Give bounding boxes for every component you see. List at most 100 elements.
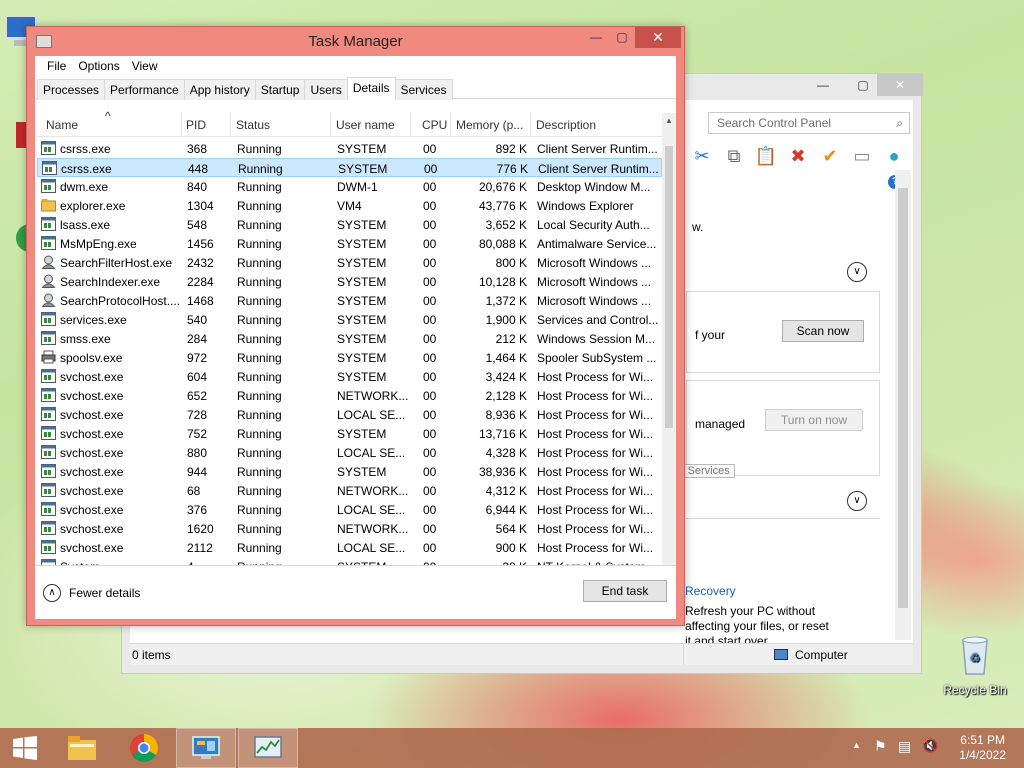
table-row[interactable]: svchost.exe 752 Running SYSTEM 00 13,716 K Hos…: [37, 424, 662, 443]
cut-icon[interactable]: ✂: [690, 144, 714, 168]
control-panel-search-input[interactable]: Search Control Panel ⌕: [708, 112, 910, 134]
cell-pid: 1468: [187, 294, 214, 308]
table-row[interactable]: svchost.exe 604 Running SYSTEM 00 3,424 K Host…: [37, 367, 662, 386]
column-separator[interactable]: [410, 113, 411, 137]
taskbar-file-explorer[interactable]: [52, 728, 112, 768]
taskbar-chrome[interactable]: [114, 728, 174, 768]
scroll-up-arrow[interactable]: ▲: [662, 116, 676, 125]
column-header-pid[interactable]: PID: [186, 118, 206, 132]
tab-performance[interactable]: Performance: [104, 79, 185, 100]
maximize-button[interactable]: ▢: [850, 74, 876, 96]
properties-icon[interactable]: ▭: [850, 144, 874, 168]
tab-startup[interactable]: Startup: [254, 79, 306, 100]
tab-strip: Processes Performance App history Startu…: [35, 77, 676, 100]
globe-icon[interactable]: ●: [882, 144, 906, 168]
scan-now-button[interactable]: Scan now: [782, 320, 864, 342]
copy-icon[interactable]: ⧉: [722, 144, 746, 168]
column-header-cpu[interactable]: CPU: [422, 118, 447, 132]
menu-file[interactable]: File: [41, 56, 72, 77]
taskbar-clock[interactable]: 6:51 PM 1/4/2022: [959, 733, 1006, 763]
table-row[interactable]: SearchProtocolHost.... 1468 Running SYSTEM 0…: [37, 291, 662, 310]
chevron-down-icon[interactable]: ∨: [847, 491, 867, 511]
column-separator[interactable]: [230, 113, 231, 137]
table-row[interactable]: MsMpEng.exe 1456 Running SYSTEM 00 80,088 K An…: [37, 234, 662, 253]
column-header-description[interactable]: Description: [536, 118, 596, 132]
cell-pid: 2284: [187, 275, 214, 289]
chevron-down-icon[interactable]: ∨: [847, 262, 867, 282]
menu-options[interactable]: Options: [72, 56, 125, 77]
cell-desc: Host Process for Wi...: [537, 408, 654, 422]
check-icon[interactable]: ✔: [818, 144, 842, 168]
menu-view[interactable]: View: [126, 56, 164, 77]
show-hidden-icons-icon[interactable]: ▲: [852, 740, 861, 750]
desktop-icon-recycle-bin[interactable]: ♻ Recycle Bin: [935, 630, 1015, 697]
cell-name: SearchProtocolHost....: [60, 294, 180, 308]
app-icon: [41, 407, 56, 421]
taskbar-task-manager[interactable]: [238, 728, 298, 768]
process-list-scrollbar[interactable]: ▲ ▼: [662, 113, 676, 597]
column-separator[interactable]: [530, 113, 531, 137]
fewer-details-button[interactable]: ∧ Fewer details: [43, 584, 140, 602]
recovery-link[interactable]: Recovery: [685, 584, 736, 598]
table-row[interactable]: svchost.exe 944 Running SYSTEM 00 38,936 K Hos…: [37, 462, 662, 481]
table-row[interactable]: smss.exe 284 Running SYSTEM 00 212 K Windows S…: [37, 329, 662, 348]
maximize-button[interactable]: ▢: [609, 27, 635, 48]
table-row[interactable]: csrss.exe 368 Running SYSTEM 00 892 K Client S…: [37, 139, 662, 158]
taskbar-control-panel[interactable]: [176, 728, 236, 768]
tab-services[interactable]: Services: [394, 79, 453, 100]
cell-mem: 1,464 K: [485, 351, 527, 365]
task-manager-window[interactable]: Task Manager — ▢ ✕ File Options View Pro…: [26, 26, 685, 626]
cell-name: explorer.exe: [60, 199, 126, 213]
control-panel-scrollbar[interactable]: [895, 170, 911, 640]
table-row[interactable]: dwm.exe 840 Running DWM-1 00 20,676 K Desktop …: [37, 177, 662, 196]
cell-desc: Host Process for Wi...: [537, 522, 654, 536]
close-button[interactable]: ✕: [877, 74, 923, 96]
cell-user: LOCAL SE...: [337, 503, 406, 517]
tab-app-history[interactable]: App history: [183, 79, 256, 100]
table-row[interactable]: lsass.exe 548 Running SYSTEM 00 3,652 K Local …: [37, 215, 662, 234]
delete-icon[interactable]: ✖: [786, 144, 810, 168]
tab-details[interactable]: Details: [346, 77, 396, 100]
cell-desc: Services and Control...: [537, 313, 659, 327]
action-center-flag-icon[interactable]: ⚑: [874, 738, 887, 755]
table-row[interactable]: svchost.exe 652 Running NETWORK... 00 2,128 K…: [37, 386, 662, 405]
close-button[interactable]: ✕: [635, 27, 681, 48]
app-icon: [41, 540, 56, 554]
cell-mem: 892 K: [495, 142, 527, 156]
column-header-name[interactable]: Name: [46, 118, 78, 132]
column-separator[interactable]: [181, 113, 182, 137]
table-row[interactable]: svchost.exe 2112 Running LOCAL SE... 00 900 K…: [37, 538, 662, 557]
cell-cpu: 00: [423, 332, 437, 346]
volume-muted-icon[interactable]: 🔇: [922, 738, 938, 754]
minimize-button[interactable]: —: [583, 27, 609, 48]
table-row[interactable]: SearchFilterHost.exe 2432 Running SYSTEM 00 8…: [37, 253, 662, 272]
column-separator[interactable]: [450, 113, 451, 137]
column-separator[interactable]: [330, 113, 331, 137]
tab-users[interactable]: Users: [304, 79, 348, 100]
column-header-memory[interactable]: Memory (p...: [456, 118, 523, 132]
table-row[interactable]: svchost.exe 728 Running LOCAL SE... 00 8,936 …: [37, 405, 662, 424]
column-header-status[interactable]: Status: [236, 118, 270, 132]
table-row[interactable]: explorer.exe 1304 Running VM4 00 43,776 K Wind…: [37, 196, 662, 215]
scrollbar-thumb[interactable]: [898, 188, 908, 608]
table-row[interactable]: SearchIndexer.exe 2284 Running SYSTEM 00 10,1…: [37, 272, 662, 291]
table-row[interactable]: services.exe 540 Running SYSTEM 00 1,900 K Ser…: [37, 310, 662, 329]
cell-user: VM4: [337, 199, 362, 213]
network-icon[interactable]: ▤: [898, 738, 911, 755]
app-icon: [41, 521, 56, 535]
column-header-user-name[interactable]: User name: [336, 118, 395, 132]
turn-on-now-button[interactable]: Turn on now: [765, 409, 863, 431]
minimize-button[interactable]: —: [810, 74, 836, 96]
tab-processes[interactable]: Processes: [37, 79, 106, 100]
start-button[interactable]: [0, 728, 50, 768]
table-row[interactable]: csrss.exe 448 Running SYSTEM 00 776 K Client S…: [37, 158, 662, 177]
end-task-button[interactable]: End task: [583, 580, 667, 602]
cell-cpu: 00: [423, 218, 437, 232]
scrollbar-thumb[interactable]: [665, 146, 673, 428]
table-row[interactable]: svchost.exe 68 Running NETWORK... 00 4,312 K H…: [37, 481, 662, 500]
table-row[interactable]: svchost.exe 880 Running LOCAL SE... 00 4,328 …: [37, 443, 662, 462]
paste-icon[interactable]: 📋: [754, 144, 778, 168]
table-row[interactable]: spoolsv.exe 972 Running SYSTEM 00 1,464 K Spoo…: [37, 348, 662, 367]
table-row[interactable]: svchost.exe 376 Running LOCAL SE... 00 6,944 …: [37, 500, 662, 519]
table-row[interactable]: svchost.exe 1620 Running NETWORK... 00 564 K H…: [37, 519, 662, 538]
